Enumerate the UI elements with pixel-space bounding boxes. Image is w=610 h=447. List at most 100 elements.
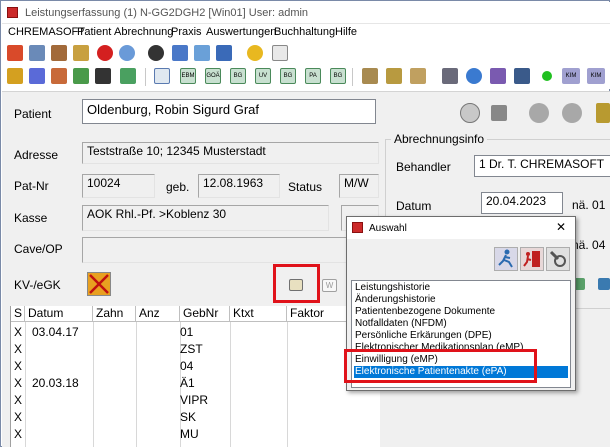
- app-window: Leistungserfassung (1) N-GG2DGH2 [Win01]…: [0, 0, 610, 447]
- kv-card-icon[interactable]: [87, 272, 111, 296]
- mv-icon[interactable]: [596, 103, 610, 123]
- document-icon[interactable]: [272, 45, 288, 61]
- coin-icon[interactable]: [247, 45, 263, 61]
- radiation-2-icon[interactable]: [562, 103, 582, 123]
- abrechnungsinfo-title: Abrechnungsinfo: [391, 132, 488, 146]
- kim-mail-icon[interactable]: KIM: [587, 68, 605, 84]
- notebook-icon[interactable]: [386, 68, 402, 84]
- menu-hilfe[interactable]: Hilfe: [335, 26, 357, 38]
- globe-icon[interactable]: [119, 45, 135, 61]
- mail-icon[interactable]: [194, 45, 210, 61]
- monitor-icon[interactable]: [216, 45, 232, 61]
- tag-icon[interactable]: [73, 68, 89, 84]
- folder-icon[interactable]: [73, 45, 89, 61]
- highlight-box-epa-item: [344, 349, 537, 383]
- row-s: X: [14, 427, 23, 441]
- chart-icon[interactable]: [490, 68, 506, 84]
- key-icon[interactable]: [7, 68, 23, 84]
- users-icon[interactable]: [29, 68, 45, 84]
- col-zahn-header[interactable]: Zahn: [93, 306, 136, 322]
- window-title: Leistungserfassung (1) N-GG2DGH2 [Win01]…: [25, 7, 309, 19]
- exit-door-icon: [523, 251, 540, 267]
- pa-icon[interactable]: PA: [305, 68, 321, 84]
- run-button[interactable]: [494, 247, 518, 271]
- datum-field[interactable]: 20.04.2023: [481, 192, 563, 214]
- row-s: X: [14, 410, 23, 424]
- patient-name-field[interactable]: Oldenburg, Robin Sigurd Graf: [82, 99, 376, 124]
- disk-icon[interactable]: [172, 45, 188, 61]
- leistungen-table: S Datum Zahn Anz GebNr Ktxt Faktor X 03.0…: [10, 306, 381, 447]
- radiation-icon[interactable]: [529, 103, 549, 123]
- goae-icon[interactable]: GOÄ: [205, 68, 221, 84]
- user-icon[interactable]: [29, 45, 45, 61]
- naechst-01-label: nä. 01: [572, 198, 606, 212]
- gear-icon[interactable]: [95, 68, 111, 84]
- bg3-icon[interactable]: BG: [330, 68, 346, 84]
- flag-icon[interactable]: [7, 45, 23, 61]
- row-datum: 20.03.18: [32, 376, 79, 390]
- card-icon[interactable]: [410, 68, 426, 84]
- book-open-icon[interactable]: [362, 68, 378, 84]
- kasse-field[interactable]: AOK Rhl.-Pf. >Koblenz 30: [82, 205, 329, 231]
- bg-icon[interactable]: BG: [230, 68, 246, 84]
- dialog-close-icon[interactable]: ✕: [556, 220, 566, 234]
- camera-icon[interactable]: [148, 45, 164, 61]
- network-icon[interactable]: [514, 68, 530, 84]
- menu-bar: CHREMASOFT Patient Abrechnung Praxis Aus…: [2, 24, 610, 41]
- menu-buchhaltung[interactable]: Buchhaltung: [274, 26, 335, 38]
- datum-label: Datum: [396, 199, 432, 213]
- menu-chremasoft[interactable]: CHREMASOFT: [8, 26, 85, 38]
- w-doc-icon[interactable]: W: [322, 279, 337, 292]
- patnr-field[interactable]: 10024: [82, 174, 155, 198]
- list-item-dpe[interactable]: Persönliche Erkärungen (DPE): [354, 330, 568, 342]
- toolbar-separator: [352, 68, 353, 86]
- row-gebnr: SK: [180, 410, 197, 424]
- card-reader-icon[interactable]: [491, 105, 507, 121]
- row-gebnr: 04: [180, 359, 194, 373]
- row-s: X: [14, 325, 23, 339]
- list-item-leistungshistorie[interactable]: Leistungshistorie: [354, 282, 568, 294]
- side-tool-2-icon[interactable]: [598, 278, 610, 290]
- adresse-field[interactable]: Teststraße 10; 12345 Musterstadt: [82, 142, 379, 164]
- exit-button[interactable]: [520, 247, 544, 271]
- col-s-header[interactable]: S: [11, 306, 25, 322]
- magnifier-icon[interactable]: [460, 103, 480, 123]
- menu-auswertungen[interactable]: Auswertungen: [206, 26, 276, 38]
- cave-field[interactable]: [82, 237, 350, 263]
- kim-icon[interactable]: KIM: [562, 68, 580, 84]
- printer-icon[interactable]: [442, 68, 458, 84]
- behandler-field[interactable]: 1 Dr. T. CHREMASOFT: [474, 155, 610, 177]
- geb-field[interactable]: 12.08.1963: [198, 174, 280, 198]
- earth-icon[interactable]: [466, 68, 482, 84]
- uv-icon[interactable]: UV: [255, 68, 271, 84]
- menu-praxis[interactable]: Praxis: [171, 26, 202, 38]
- toolbar-1: [2, 41, 610, 65]
- stop-icon[interactable]: [97, 45, 113, 61]
- menu-abrechnung[interactable]: Abrechnung: [114, 26, 173, 38]
- book-icon[interactable]: [51, 45, 67, 61]
- status-field[interactable]: M/W: [339, 174, 379, 198]
- col-gebnr-header[interactable]: GebNr: [180, 306, 230, 322]
- settings-button[interactable]: [546, 247, 570, 271]
- app-icon: [7, 7, 18, 18]
- col-divider: [136, 322, 137, 447]
- menu-patient[interactable]: Patient: [77, 26, 111, 38]
- list-item-dokumente[interactable]: Patientenbezogene Dokumente: [354, 306, 568, 318]
- checklist-icon[interactable]: [154, 68, 170, 84]
- dialog-title: Auswahl: [369, 223, 407, 234]
- col-datum-header[interactable]: Datum: [25, 306, 93, 322]
- toolbar-2: EBM GOÄ BG UV BG PA BG KIM KIM: [2, 65, 610, 89]
- calendar-icon[interactable]: [120, 68, 136, 84]
- row-gebnr: VIPR: [180, 393, 209, 407]
- kv-egk-label: KV-/eGK: [14, 278, 61, 292]
- ebm-icon[interactable]: EBM: [180, 68, 196, 84]
- adresse-label: Adresse: [14, 148, 59, 162]
- behandler-label: Behandler: [396, 160, 451, 174]
- bg2-icon[interactable]: BG: [280, 68, 296, 84]
- list-item-aenderungshistorie[interactable]: Änderungshistorie: [354, 294, 568, 306]
- col-anz-header[interactable]: Anz: [136, 306, 180, 322]
- pencil-icon[interactable]: [51, 68, 67, 84]
- list-item-nfdm[interactable]: Notfalldaten (NFDM): [354, 318, 568, 330]
- col-ktxt-header[interactable]: Ktxt: [230, 306, 287, 322]
- card-crossed-icon: [89, 274, 109, 294]
